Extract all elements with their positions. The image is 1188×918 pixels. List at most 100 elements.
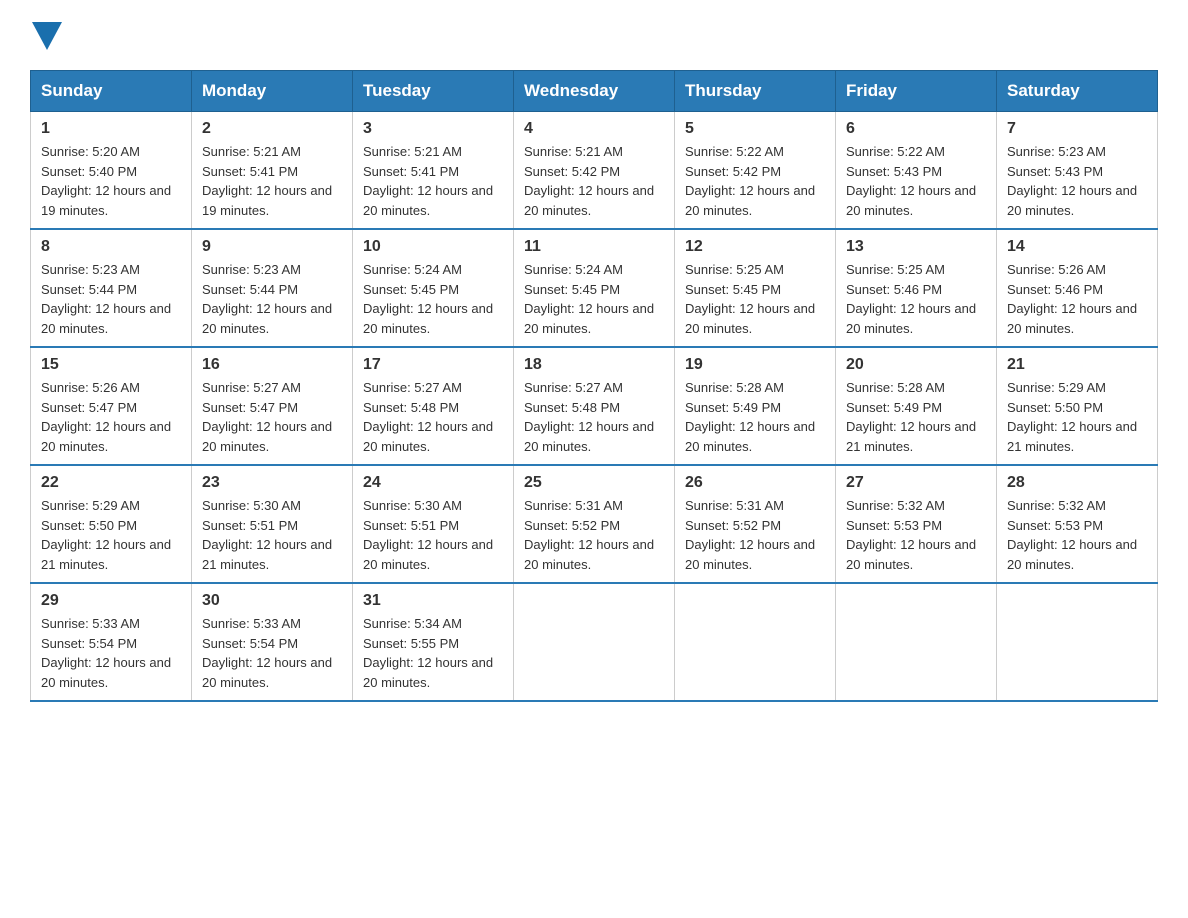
day-info: Sunrise: 5:27 AMSunset: 5:47 PMDaylight:… xyxy=(202,380,332,454)
calendar-day-cell: 24 Sunrise: 5:30 AMSunset: 5:51 PMDaylig… xyxy=(353,465,514,583)
logo-triangle-icon xyxy=(32,22,62,50)
calendar-header-friday: Friday xyxy=(836,71,997,112)
page-header xyxy=(30,20,1158,50)
calendar-table: SundayMondayTuesdayWednesdayThursdayFrid… xyxy=(30,70,1158,702)
logo xyxy=(30,20,62,50)
calendar-day-cell: 27 Sunrise: 5:32 AMSunset: 5:53 PMDaylig… xyxy=(836,465,997,583)
day-number: 1 xyxy=(41,120,181,138)
calendar-day-cell: 31 Sunrise: 5:34 AMSunset: 5:55 PMDaylig… xyxy=(353,583,514,701)
calendar-day-cell: 23 Sunrise: 5:30 AMSunset: 5:51 PMDaylig… xyxy=(192,465,353,583)
calendar-day-cell: 14 Sunrise: 5:26 AMSunset: 5:46 PMDaylig… xyxy=(997,229,1158,347)
day-number: 6 xyxy=(846,120,986,138)
calendar-day-cell: 21 Sunrise: 5:29 AMSunset: 5:50 PMDaylig… xyxy=(997,347,1158,465)
day-number: 20 xyxy=(846,356,986,374)
calendar-day-cell xyxy=(836,583,997,701)
calendar-day-cell xyxy=(675,583,836,701)
calendar-header-saturday: Saturday xyxy=(997,71,1158,112)
calendar-header-wednesday: Wednesday xyxy=(514,71,675,112)
day-info: Sunrise: 5:29 AMSunset: 5:50 PMDaylight:… xyxy=(41,498,171,572)
calendar-day-cell: 2 Sunrise: 5:21 AMSunset: 5:41 PMDayligh… xyxy=(192,112,353,230)
calendar-day-cell: 13 Sunrise: 5:25 AMSunset: 5:46 PMDaylig… xyxy=(836,229,997,347)
day-number: 25 xyxy=(524,474,664,492)
calendar-day-cell: 4 Sunrise: 5:21 AMSunset: 5:42 PMDayligh… xyxy=(514,112,675,230)
day-info: Sunrise: 5:28 AMSunset: 5:49 PMDaylight:… xyxy=(846,380,976,454)
day-info: Sunrise: 5:33 AMSunset: 5:54 PMDaylight:… xyxy=(202,616,332,690)
calendar-week-row: 15 Sunrise: 5:26 AMSunset: 5:47 PMDaylig… xyxy=(31,347,1158,465)
day-info: Sunrise: 5:23 AMSunset: 5:44 PMDaylight:… xyxy=(41,262,171,336)
day-number: 27 xyxy=(846,474,986,492)
day-number: 28 xyxy=(1007,474,1147,492)
day-info: Sunrise: 5:31 AMSunset: 5:52 PMDaylight:… xyxy=(524,498,654,572)
day-info: Sunrise: 5:21 AMSunset: 5:41 PMDaylight:… xyxy=(363,144,493,218)
day-info: Sunrise: 5:22 AMSunset: 5:43 PMDaylight:… xyxy=(846,144,976,218)
day-info: Sunrise: 5:22 AMSunset: 5:42 PMDaylight:… xyxy=(685,144,815,218)
calendar-day-cell: 16 Sunrise: 5:27 AMSunset: 5:47 PMDaylig… xyxy=(192,347,353,465)
day-number: 11 xyxy=(524,238,664,256)
calendar-header-thursday: Thursday xyxy=(675,71,836,112)
day-number: 24 xyxy=(363,474,503,492)
calendar-day-cell: 15 Sunrise: 5:26 AMSunset: 5:47 PMDaylig… xyxy=(31,347,192,465)
day-number: 19 xyxy=(685,356,825,374)
calendar-day-cell: 30 Sunrise: 5:33 AMSunset: 5:54 PMDaylig… xyxy=(192,583,353,701)
day-number: 10 xyxy=(363,238,503,256)
calendar-day-cell: 5 Sunrise: 5:22 AMSunset: 5:42 PMDayligh… xyxy=(675,112,836,230)
calendar-day-cell: 29 Sunrise: 5:33 AMSunset: 5:54 PMDaylig… xyxy=(31,583,192,701)
day-number: 13 xyxy=(846,238,986,256)
calendar-day-cell: 18 Sunrise: 5:27 AMSunset: 5:48 PMDaylig… xyxy=(514,347,675,465)
calendar-day-cell: 28 Sunrise: 5:32 AMSunset: 5:53 PMDaylig… xyxy=(997,465,1158,583)
day-number: 3 xyxy=(363,120,503,138)
day-info: Sunrise: 5:34 AMSunset: 5:55 PMDaylight:… xyxy=(363,616,493,690)
day-info: Sunrise: 5:31 AMSunset: 5:52 PMDaylight:… xyxy=(685,498,815,572)
calendar-day-cell: 1 Sunrise: 5:20 AMSunset: 5:40 PMDayligh… xyxy=(31,112,192,230)
day-info: Sunrise: 5:29 AMSunset: 5:50 PMDaylight:… xyxy=(1007,380,1137,454)
calendar-header-monday: Monday xyxy=(192,71,353,112)
day-info: Sunrise: 5:24 AMSunset: 5:45 PMDaylight:… xyxy=(363,262,493,336)
day-info: Sunrise: 5:23 AMSunset: 5:43 PMDaylight:… xyxy=(1007,144,1137,218)
day-info: Sunrise: 5:21 AMSunset: 5:41 PMDaylight:… xyxy=(202,144,332,218)
day-number: 23 xyxy=(202,474,342,492)
day-number: 30 xyxy=(202,592,342,610)
calendar-day-cell: 12 Sunrise: 5:25 AMSunset: 5:45 PMDaylig… xyxy=(675,229,836,347)
day-info: Sunrise: 5:23 AMSunset: 5:44 PMDaylight:… xyxy=(202,262,332,336)
day-number: 4 xyxy=(524,120,664,138)
day-info: Sunrise: 5:25 AMSunset: 5:45 PMDaylight:… xyxy=(685,262,815,336)
day-info: Sunrise: 5:24 AMSunset: 5:45 PMDaylight:… xyxy=(524,262,654,336)
day-number: 21 xyxy=(1007,356,1147,374)
day-info: Sunrise: 5:32 AMSunset: 5:53 PMDaylight:… xyxy=(1007,498,1137,572)
calendar-week-row: 22 Sunrise: 5:29 AMSunset: 5:50 PMDaylig… xyxy=(31,465,1158,583)
calendar-day-cell xyxy=(997,583,1158,701)
day-number: 12 xyxy=(685,238,825,256)
calendar-day-cell xyxy=(514,583,675,701)
calendar-day-cell: 22 Sunrise: 5:29 AMSunset: 5:50 PMDaylig… xyxy=(31,465,192,583)
calendar-day-cell: 17 Sunrise: 5:27 AMSunset: 5:48 PMDaylig… xyxy=(353,347,514,465)
day-number: 31 xyxy=(363,592,503,610)
calendar-day-cell: 8 Sunrise: 5:23 AMSunset: 5:44 PMDayligh… xyxy=(31,229,192,347)
day-number: 26 xyxy=(685,474,825,492)
calendar-day-cell: 20 Sunrise: 5:28 AMSunset: 5:49 PMDaylig… xyxy=(836,347,997,465)
calendar-day-cell: 6 Sunrise: 5:22 AMSunset: 5:43 PMDayligh… xyxy=(836,112,997,230)
calendar-week-row: 8 Sunrise: 5:23 AMSunset: 5:44 PMDayligh… xyxy=(31,229,1158,347)
day-number: 22 xyxy=(41,474,181,492)
day-number: 2 xyxy=(202,120,342,138)
calendar-day-cell: 19 Sunrise: 5:28 AMSunset: 5:49 PMDaylig… xyxy=(675,347,836,465)
calendar-day-cell: 10 Sunrise: 5:24 AMSunset: 5:45 PMDaylig… xyxy=(353,229,514,347)
calendar-header-row: SundayMondayTuesdayWednesdayThursdayFrid… xyxy=(31,71,1158,112)
day-number: 9 xyxy=(202,238,342,256)
day-info: Sunrise: 5:30 AMSunset: 5:51 PMDaylight:… xyxy=(202,498,332,572)
day-number: 15 xyxy=(41,356,181,374)
day-info: Sunrise: 5:33 AMSunset: 5:54 PMDaylight:… xyxy=(41,616,171,690)
day-info: Sunrise: 5:27 AMSunset: 5:48 PMDaylight:… xyxy=(524,380,654,454)
day-info: Sunrise: 5:25 AMSunset: 5:46 PMDaylight:… xyxy=(846,262,976,336)
calendar-week-row: 1 Sunrise: 5:20 AMSunset: 5:40 PMDayligh… xyxy=(31,112,1158,230)
day-info: Sunrise: 5:28 AMSunset: 5:49 PMDaylight:… xyxy=(685,380,815,454)
calendar-header-sunday: Sunday xyxy=(31,71,192,112)
day-info: Sunrise: 5:27 AMSunset: 5:48 PMDaylight:… xyxy=(363,380,493,454)
calendar-header-tuesday: Tuesday xyxy=(353,71,514,112)
calendar-day-cell: 25 Sunrise: 5:31 AMSunset: 5:52 PMDaylig… xyxy=(514,465,675,583)
day-info: Sunrise: 5:26 AMSunset: 5:47 PMDaylight:… xyxy=(41,380,171,454)
day-number: 8 xyxy=(41,238,181,256)
calendar-day-cell: 3 Sunrise: 5:21 AMSunset: 5:41 PMDayligh… xyxy=(353,112,514,230)
calendar-day-cell: 26 Sunrise: 5:31 AMSunset: 5:52 PMDaylig… xyxy=(675,465,836,583)
day-info: Sunrise: 5:26 AMSunset: 5:46 PMDaylight:… xyxy=(1007,262,1137,336)
calendar-day-cell: 7 Sunrise: 5:23 AMSunset: 5:43 PMDayligh… xyxy=(997,112,1158,230)
